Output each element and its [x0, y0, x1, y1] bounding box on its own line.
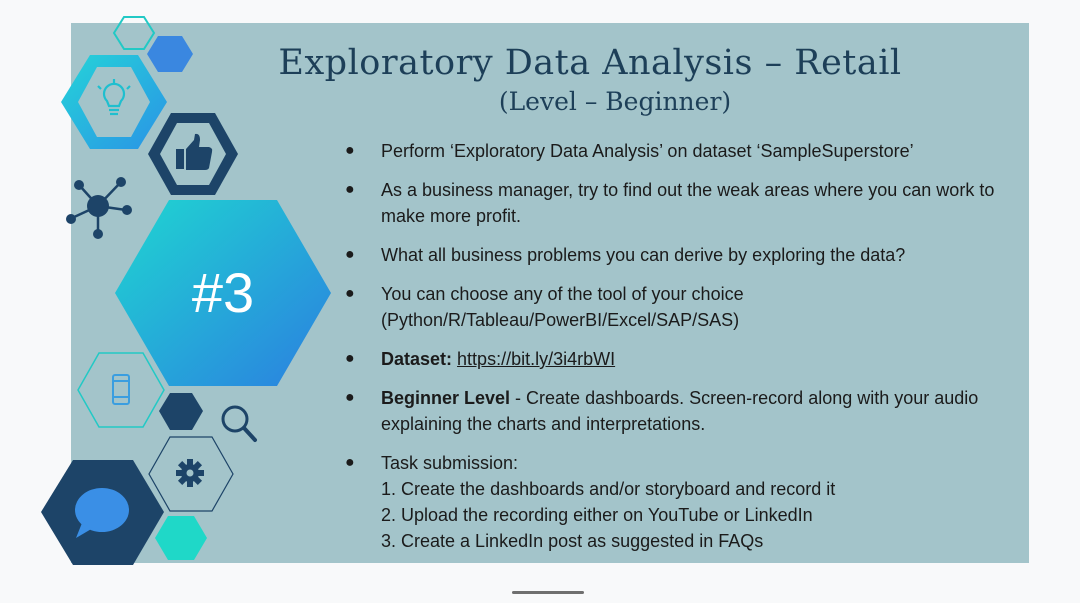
bullet-text: Perform ‘Exploratory Data Analysis’ on d…: [381, 141, 914, 161]
dataset-link[interactable]: https://bit.ly/3i4rbWI: [457, 349, 615, 369]
beginner-level-label: Beginner Level: [381, 388, 511, 408]
bullet-dot: ●: [345, 285, 355, 302]
task-step: 2. Upload the recording either on YouTub…: [381, 505, 813, 525]
presentation-view: #3 Exploratory Data Analysis – Retail (L…: [0, 0, 1080, 603]
bullet-item: ● As a business manager, try to find out…: [345, 177, 995, 229]
bullet-text: You can choose any of the tool of your c…: [381, 284, 744, 330]
slide-subtitle: (Level – Beginner): [498, 87, 732, 116]
bullet-item: ● Perform ‘Exploratory Data Analysis’ on…: [345, 138, 995, 164]
bullet-text: What all business problems you can deriv…: [381, 245, 906, 265]
bullet-text: As a business manager, try to find out t…: [381, 180, 995, 226]
badge-label: #3: [191, 261, 255, 324]
gear-icon: [176, 459, 204, 487]
phone-icon: [112, 374, 130, 405]
bullet-list: ● Perform ‘Exploratory Data Analysis’ on…: [345, 138, 995, 567]
bullet-dot: ●: [345, 389, 355, 406]
small-navy-hexagon: [159, 393, 203, 430]
task-step: 3. Create a LinkedIn post as suggested i…: [381, 531, 764, 551]
slide-title: Exploratory Data Analysis – Retail: [278, 43, 902, 83]
bullet-dot: ●: [345, 454, 355, 471]
bullet-dot: ●: [345, 142, 355, 159]
network-icon: [66, 177, 132, 239]
scroll-handle[interactable]: [512, 591, 584, 594]
task-submission-heading: Task submission:: [381, 453, 519, 473]
bullet-dot: ●: [345, 246, 355, 263]
phone-hexagon: [77, 352, 165, 428]
bullet-dot: ●: [345, 350, 355, 367]
bullet-item: ● What all business problems you can der…: [345, 242, 995, 268]
bullet-item-dataset: ● Dataset: https://bit.ly/3i4rbWI: [345, 346, 995, 372]
bullet-item-task-submission: ● Task submission: 1. Create the dashboa…: [345, 450, 995, 554]
dataset-label: Dataset:: [381, 349, 453, 369]
bullet-item-beginner-level: ● Beginner Level - Create dashboards. Sc…: [345, 385, 995, 437]
bullet-dot: ●: [345, 181, 355, 198]
task-step: 1. Create the dashboards and/or storyboa…: [381, 479, 836, 499]
bullet-item: ● You can choose any of the tool of your…: [345, 281, 995, 333]
search-icon: [221, 405, 257, 442]
teal-hexagon: [155, 516, 207, 560]
